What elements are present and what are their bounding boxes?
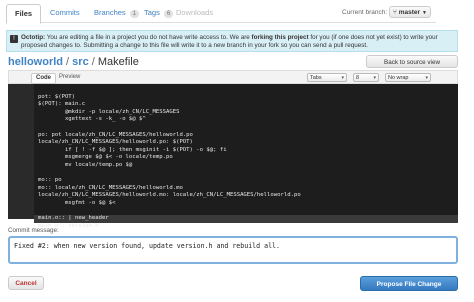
tab-preview[interactable]: Preview (55, 73, 84, 82)
line-gutter (8, 84, 34, 219)
tab-branches[interactable]: Branches 1 (94, 4, 140, 22)
indent-mode-value: Tabs (310, 75, 322, 81)
branches-count-badge: 1 (129, 10, 140, 18)
wrap-mode-select[interactable]: No wrap ▾ (385, 73, 431, 82)
code-line: main.o:: version.h (38, 222, 99, 229)
breadcrumb-file: Makefile (97, 56, 139, 68)
notice-bold: forking this project (251, 34, 309, 41)
commit-message-label: Commit message: (8, 227, 59, 234)
code-line: locale/zh_CN/LC_MESSAGES/helloworld.po: … (38, 139, 193, 146)
breadcrumb: helloworld / src / Makefile (8, 56, 139, 68)
tab-commits-label: Commits (50, 8, 80, 17)
tab-tags-label: Tags (144, 8, 160, 17)
code-line: mo:: locale/zh_CN/LC_MESSAGES/helloworld… (38, 184, 183, 191)
indent-size-value: 8 (356, 75, 360, 81)
code-line: pot: $(POT) (38, 93, 76, 100)
propose-file-change-button[interactable]: Propose File Change (360, 276, 458, 291)
commit-message-input[interactable]: Fixed #2: when new version found, update… (8, 236, 458, 264)
tags-count-badge: 6 (163, 10, 174, 18)
code-line: mo:: po (38, 177, 62, 184)
wrap-mode-value: No wrap (388, 75, 409, 81)
indent-size-select[interactable]: 8 ▾ (353, 73, 379, 82)
breadcrumb-dir[interactable]: src (72, 56, 89, 68)
editor-toolbar: Code Preview Tabs ▾ 8 ▾ No wrap ▾ (8, 70, 458, 84)
code-line: msgmerge $@ $< -o locale/temp.po (38, 154, 173, 161)
back-to-source-button[interactable]: Back to source view (366, 55, 458, 68)
code-editor[interactable]: pot: $(POT) $(POT): main.c @mkdir -p loca… (8, 84, 458, 229)
tab-commits[interactable]: Commits (50, 4, 80, 22)
tab-tags[interactable]: Tags 6 (144, 4, 174, 22)
notice-title: Octotip: (21, 34, 46, 41)
octotip-icon: ! (10, 35, 18, 43)
chevron-down-icon: ▾ (373, 75, 376, 81)
notice-text-before: You are editing a file in a project you … (45, 34, 252, 41)
chevron-down-icon: ▾ (341, 75, 344, 81)
tab-files-label: Files (15, 9, 33, 18)
chevron-down-icon: ▼ (422, 10, 427, 16)
code-lines: pot: $(POT) $(POT): main.c @mkdir -p loca… (34, 86, 458, 230)
code-line: mv locale/temp.po $@ (38, 161, 133, 168)
chevron-down-icon: ▾ (425, 75, 428, 81)
indent-mode-select[interactable]: Tabs ▾ (307, 73, 347, 82)
tab-code[interactable]: Code (31, 73, 56, 84)
breadcrumb-sep: / (88, 56, 98, 68)
code-line: @mkdir -p locale/zh_CN/LC_MESSAGES (38, 108, 180, 115)
tab-files[interactable]: Files (6, 4, 42, 24)
code-line: po: pot locale/zh_CN/LC_MESSAGES/hellowo… (38, 131, 193, 138)
current-branch-label: Current branch: (342, 9, 388, 16)
code-line: main.o:: | new_header (34, 215, 458, 223)
code-line: xgettext -s -k_ -o $@ $^ (38, 116, 146, 123)
branch-name: master (398, 9, 421, 16)
tab-branches-label: Branches (94, 8, 126, 17)
code-line: $(POT): main.c (38, 101, 86, 108)
code-line: msgfmt -o $@ $< (38, 199, 116, 206)
octotip-notice: ! Octotip: You are editing a file in a p… (6, 30, 458, 52)
breadcrumb-repo[interactable]: helloworld (8, 56, 63, 68)
tab-downloads-label: Downloads (176, 8, 214, 17)
breadcrumb-sep: / (63, 56, 73, 68)
code-line: if [ ! -f $@ ]; then msginit -i $(POT) -… (38, 146, 227, 153)
code-line: locale/zh_CN/LC_MESSAGES/helloworld.mo: … (38, 192, 301, 199)
branch-selector[interactable]: ⑂ master ▼ (389, 6, 431, 18)
tab-downloads[interactable]: Downloads (176, 4, 213, 22)
cancel-button[interactable]: Cancel (8, 276, 44, 290)
